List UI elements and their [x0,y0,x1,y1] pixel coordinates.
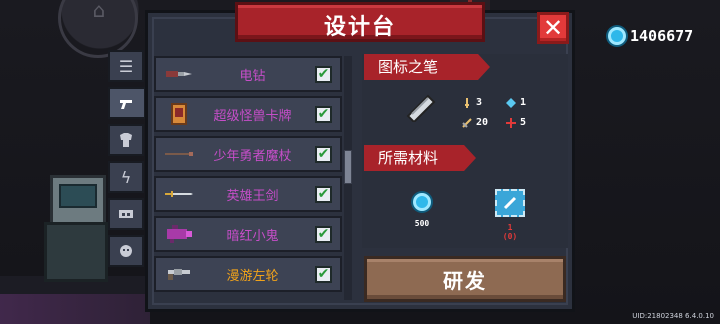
category-tabs: ☰ ϟ [108,50,146,272]
list-item[interactable]: 英雄王剑 ✔ [154,176,342,212]
material-gems-amount: 500 [414,219,430,228]
staff-icon [162,142,196,166]
material-chip-amount: 1 [507,223,513,232]
gem-counter: 1406677 [608,27,693,45]
item-list: 电钻 ✔ 超级怪兽卡牌 ✔ 少年勇者魔杖 ✔ 英雄王剑 ✔ 暗红小鬼 ✔ 漫游左… [154,56,342,296]
checkbox[interactable]: ✔ [315,145,332,163]
gem-icon [413,193,431,211]
materials-ribbon: 所需材料 [364,145,476,171]
cabinet [44,222,108,282]
card-icon [162,102,196,126]
terminal-screen [59,184,97,208]
chip-icon [495,189,525,217]
item-name: 少年勇者魔杖 [213,148,292,164]
list-item[interactable]: 电钻 ✔ [154,56,342,92]
research-button[interactable]: 研发 [364,256,566,302]
energy-icon [506,97,516,108]
tab-list[interactable]: ☰ [108,50,144,82]
gem-icon [608,27,626,45]
stat-accuracy-value: 5 [520,117,527,128]
list-scrollbar[interactable] [344,56,352,300]
tab-weapons[interactable] [108,87,146,119]
material-chip-owned: (0) [502,232,518,241]
checkbox[interactable]: ✔ [315,65,332,83]
stat-energy: 1 [506,97,526,108]
item-name: 超级怪兽卡牌 [213,108,292,124]
home-icon: ⌂ [92,0,106,22]
weapon-name-ribbon: 图标之笔 [364,54,490,80]
stat-energy-value: 1 [520,97,527,108]
stat-crit-value: 20 [476,117,489,128]
item-name: 英雄王剑 [226,188,279,204]
list-item[interactable]: 漫游左轮 ✔ [154,256,342,292]
pen-icon [406,94,436,122]
imp-gun-icon [162,222,196,246]
list-icon: ☰ [118,56,134,76]
stat-crit: 20 [462,117,488,128]
checkbox[interactable]: ✔ [315,105,332,123]
lightning-icon: ϟ [120,167,132,187]
armor-icon [120,133,132,147]
material-chip: 1 (0) [492,189,528,241]
close-button[interactable]: ✕ [537,12,569,44]
stat-damage-value: 3 [476,97,483,108]
checkbox[interactable]: ✔ [315,185,332,203]
title-banner: 设计台 [235,2,485,42]
gem-amount: 1406677 [630,27,694,45]
page-title: 设计台 [323,15,396,40]
item-name: 电钻 [239,68,266,84]
checkbox[interactable]: ✔ [315,225,332,243]
floor-glow [0,294,150,324]
tab-armor[interactable] [108,124,144,156]
gun-icon [120,100,132,109]
revolver-icon [162,262,196,286]
scroll-thumb[interactable] [344,150,352,184]
close-icon: ✕ [542,14,564,42]
pet-icon [120,245,132,257]
tab-machines[interactable] [108,198,144,230]
list-item[interactable]: 暗红小鬼 ✔ [154,216,342,252]
tab-skills[interactable]: ϟ [108,161,144,193]
sword-stat-icon [465,97,469,108]
tab-pets[interactable] [108,235,144,267]
sword-icon [162,182,196,206]
stat-accuracy: 5 [506,117,526,128]
list-item[interactable]: 少年勇者魔杖 ✔ [154,136,342,172]
machine-icon [119,210,133,218]
drill-icon [162,62,196,86]
item-name: 暗红小鬼 [226,228,279,244]
crit-icon [462,117,472,128]
terminal-machine [50,175,106,227]
checkbox[interactable]: ✔ [315,265,332,283]
list-item[interactable]: 超级怪兽卡牌 ✔ [154,96,342,132]
item-name: 漫游左轮 [226,268,279,284]
stat-damage: 3 [462,97,482,108]
material-gems: 500 [405,193,439,228]
crosshair-icon [506,117,516,128]
uid-label: UID:21802348 6.4.0.10 [632,312,714,320]
